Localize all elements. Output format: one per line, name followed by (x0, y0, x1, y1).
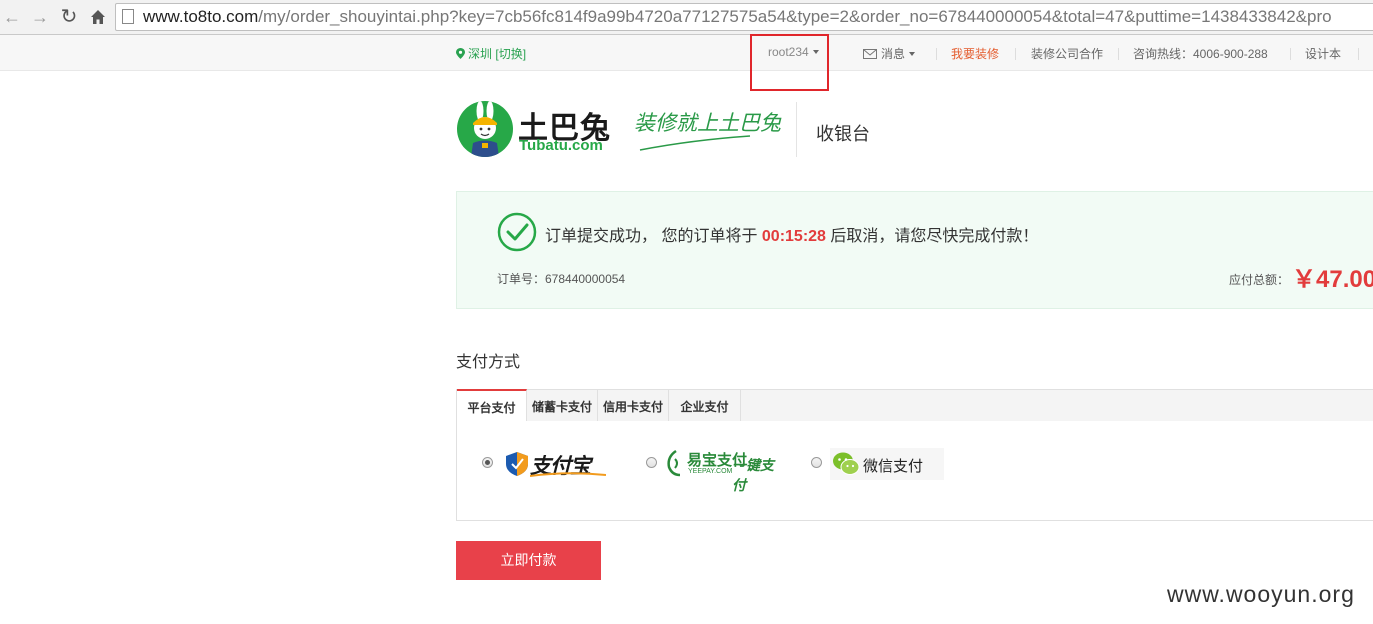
divider (1358, 48, 1359, 60)
divider (1015, 48, 1016, 60)
alipay-radio[interactable] (482, 457, 493, 468)
browser-toolbar: ← → ↻ www.to8to.com/my/order_shouyintai.… (0, 0, 1373, 35)
url-host: www.to8to.com (143, 7, 259, 26)
logo-domain: Tubatu.com (519, 137, 603, 154)
status-prefix: 订单提交成功， 您的订单将于 (545, 228, 762, 245)
tab-enterprise-pay[interactable]: 企业支付 (669, 389, 741, 423)
payment-section-title: 支付方式 (456, 354, 521, 371)
wechat-pay-label: 微信支付 (863, 458, 924, 475)
yeepay-domain: YEEPAY.COM (688, 468, 733, 475)
divider (1118, 48, 1119, 60)
divider (936, 48, 937, 60)
back-arrow-icon[interactable]: ← (2, 6, 22, 28)
slogan-text: 装修就上土巴兔 (634, 111, 782, 135)
divider (1290, 48, 1291, 60)
address-bar[interactable]: www.to8to.com/my/order_shouyintai.php?ke… (115, 3, 1373, 31)
city-selector[interactable]: 深圳 [切换] (456, 45, 526, 62)
envelope-icon (863, 49, 877, 59)
location-pin-icon (456, 48, 465, 59)
yeepay-option[interactable]: 易宝支付 YEEPAY.COM 一键支付 (666, 447, 776, 493)
hotline-text: 咨询热线：4006-900-288 (1133, 47, 1268, 61)
yeepay-onekey-label: 一键支付 (732, 457, 774, 493)
wechat-pay-radio[interactable] (811, 457, 822, 468)
order-success-banner (456, 191, 1373, 309)
alipay-shield-icon (506, 452, 528, 476)
wechat-icon (833, 452, 860, 475)
decorate-link[interactable]: 我要装修 (951, 45, 999, 62)
partner-link[interactable]: 装修公司合作 (1031, 45, 1103, 62)
wechat-pay-option[interactable]: 微信支付 (830, 448, 944, 480)
checkmark-circle-icon (497, 212, 537, 252)
design-link[interactable]: 设计本 (1305, 45, 1341, 62)
order-number: 订单号：678440000054 (497, 272, 626, 286)
status-suffix: 后取消，请您尽快完成付款！ (825, 228, 1039, 245)
logo-rabbit-icon[interactable] (457, 101, 513, 157)
amount-due-label: 应付总额： (1229, 273, 1290, 287)
home-icon[interactable] (88, 6, 108, 28)
chevron-down-icon (909, 52, 916, 56)
amount-due-value: ￥47.00 (1292, 266, 1373, 293)
page-icon (122, 9, 134, 24)
site-topbar: 深圳 [切换] root234 消息 我要装修 装修公司合作 咨询热线：4006… (0, 35, 1373, 71)
watermark-text: www.wooyun.org (1167, 581, 1355, 607)
alipay-swoosh (530, 472, 606, 477)
city-switch-link[interactable]: [切换] (495, 47, 526, 61)
tab-debit-card[interactable]: 储蓄卡支付 (527, 389, 598, 423)
annotation-highlight-box (750, 34, 829, 91)
reload-icon[interactable]: ↻ (59, 6, 79, 28)
messages-label: 消息 (881, 47, 906, 61)
page-title: 收银台 (816, 124, 870, 144)
slogan-calligraphy: 装修就上土巴兔 (634, 111, 782, 151)
url-text[interactable]: www.to8to.com/my/order_shouyintai.php?ke… (143, 7, 1332, 27)
messages-menu[interactable]: 消息 (863, 45, 916, 62)
city-name: 深圳 (468, 47, 493, 61)
forward-arrow-icon[interactable]: → (30, 6, 50, 28)
pay-now-button[interactable]: 立即付款 (456, 541, 601, 580)
yeepay-radio[interactable] (646, 457, 657, 468)
tab-platform-pay[interactable]: 平台支付 (457, 389, 527, 423)
order-status-message: 订单提交成功， 您的订单将于 00:15:28 后取消，请您尽快完成付款！ (545, 222, 1038, 246)
tab-credit-card[interactable]: 信用卡支付 (598, 389, 669, 423)
countdown-timer: 00:15:28 (761, 228, 826, 245)
yeepay-logo-icon (667, 449, 681, 477)
header-divider (796, 102, 797, 157)
url-path: /my/order_shouyintai.php?key=7cb56fc814f… (258, 7, 1332, 26)
